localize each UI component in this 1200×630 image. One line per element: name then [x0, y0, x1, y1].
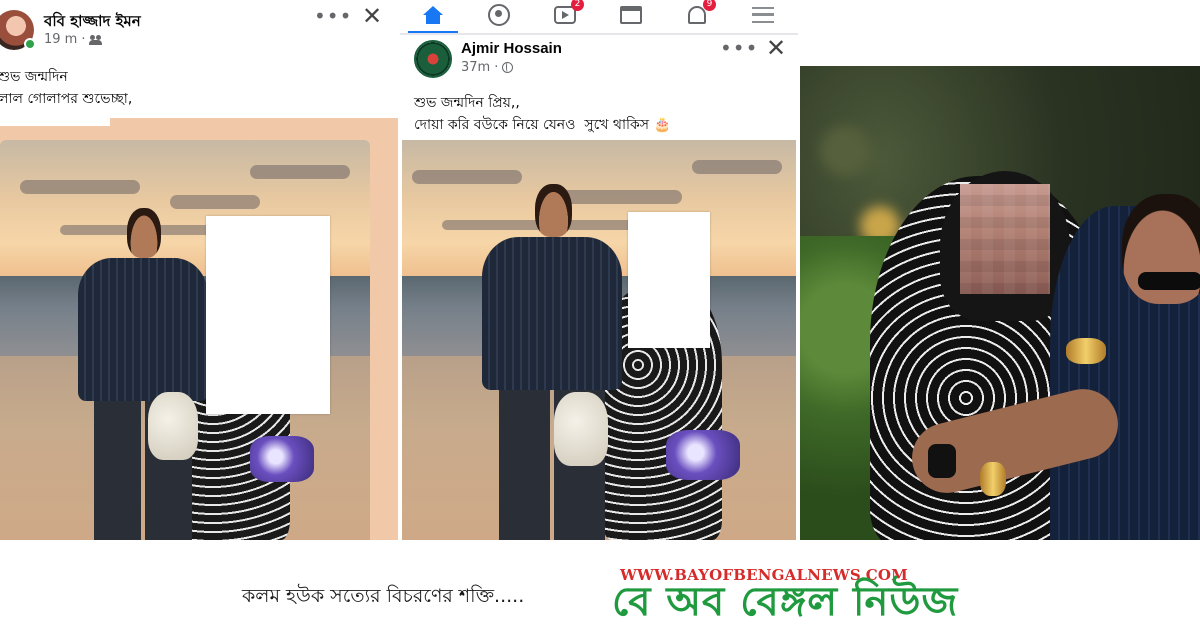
post-time[interactable]: 37m — [461, 60, 490, 75]
post-line: লাল গোলাপর শুভেচ্ছা, — [0, 91, 133, 107]
post-text: শুভ জন্মদিন লাল গোলাপর শুভেচ্ছা, — [0, 66, 132, 110]
notifications-icon — [688, 6, 706, 24]
post-screenshot-2: 2 9 Ajmir Hossain 37m · ••• ✕ শুভ জন্মদি… — [400, 0, 798, 540]
gold-bangle — [980, 462, 1006, 496]
groups-icon — [488, 4, 510, 26]
nav-groups[interactable] — [466, 0, 532, 30]
friends-icon — [89, 34, 103, 45]
nav-menu[interactable] — [730, 0, 796, 30]
nav-notifications[interactable]: 9 — [664, 0, 730, 30]
post-screenshot-1: ববি হাজ্জাদ ইমন 19 m · ••• ✕ শুভ জন্মদিন… — [0, 0, 398, 540]
video-badge: 2 — [571, 0, 584, 11]
brand-logo-text: বে অব বেঙ্গল নিউজ — [612, 579, 959, 625]
nav-video[interactable]: 2 — [532, 0, 598, 30]
redacted-face-box — [628, 212, 710, 348]
close-icon[interactable]: ✕ — [362, 4, 382, 28]
photo-person-man — [482, 184, 622, 540]
more-options-icon[interactable]: ••• — [314, 6, 352, 26]
online-status-dot — [24, 38, 36, 50]
shared-photo-tab — [0, 118, 110, 126]
shared-photo[interactable] — [402, 140, 796, 540]
photo-white-bag — [554, 392, 608, 466]
photo-purple-bag — [666, 430, 740, 480]
gold-bangle — [1066, 338, 1106, 364]
bokeh-light — [820, 126, 870, 176]
globe-icon — [502, 62, 514, 73]
sunglasses — [1138, 272, 1200, 290]
redacted-face-box — [206, 216, 330, 414]
post-meta: 19 m · — [44, 32, 103, 47]
news-footer-banner: কলম হউক সত্যের বিচরণের শক্তি..... WWW.BA… — [0, 540, 1200, 630]
photo-purple-bag — [250, 436, 314, 482]
photo-white-bag — [148, 392, 198, 460]
home-icon — [423, 6, 443, 24]
notifications-badge: 9 — [703, 0, 716, 11]
menu-icon — [752, 7, 774, 23]
post-author-name[interactable]: Ajmir Hossain — [461, 40, 562, 57]
wrist-watch — [928, 444, 956, 478]
photo-person-man — [78, 208, 208, 540]
nav-divider — [400, 33, 798, 35]
pixelated-face — [960, 184, 1050, 294]
post-text: শুভ জন্মদিন প্রিয়,, দোয়া করি বউকে নিয়… — [414, 92, 671, 136]
footer-tagline: কলম হউক সত্যের বিচরণের শক্তি..... — [242, 585, 525, 607]
more-options-icon[interactable]: ••• — [720, 38, 758, 58]
marketplace-icon — [620, 6, 642, 24]
post-meta: 37m · — [461, 60, 514, 75]
nav-home[interactable] — [400, 0, 466, 34]
facebook-nav-bar: 2 9 — [400, 0, 798, 34]
post-line: দোয়া করি বউকে নিয়ে যেনও সুখে থাকিস 🎂 — [414, 117, 671, 133]
post-line: শুভ জন্মদিন প্রিয়,, — [414, 95, 520, 111]
shared-photo[interactable] — [0, 140, 370, 540]
author-avatar[interactable] — [414, 40, 452, 78]
post-line: শুভ জন্মদিন — [0, 69, 68, 85]
close-icon[interactable]: ✕ — [766, 36, 786, 60]
couple-photo — [800, 66, 1200, 540]
nav-marketplace[interactable] — [598, 0, 664, 30]
post-time[interactable]: 19 m — [44, 32, 77, 47]
